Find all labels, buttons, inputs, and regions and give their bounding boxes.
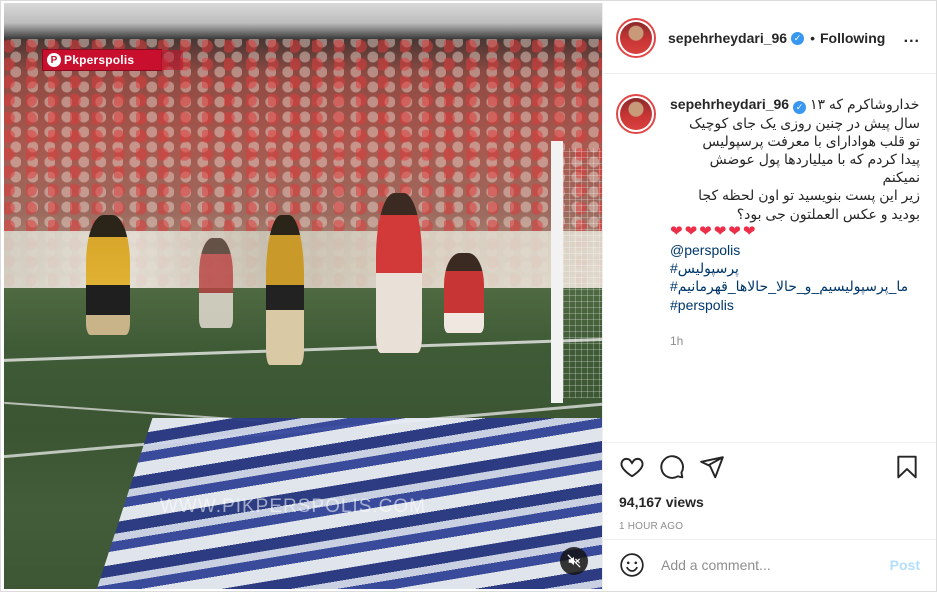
speaker-muted-icon: [567, 554, 581, 568]
header-separator: •: [810, 30, 815, 46]
save-button[interactable]: [894, 454, 920, 480]
caption-row: sepehrheydari_96 ✓ خداروشاکرم که ۱۳ سال پ…: [616, 94, 920, 350]
comment-button[interactable]: [659, 454, 685, 480]
caption-line: بودید و عکس العملتون جی بود؟: [736, 205, 920, 222]
player-yellow: [86, 215, 130, 335]
smiley-face-icon: [620, 553, 644, 577]
goal-post: [551, 141, 563, 403]
caption-username[interactable]: sepehrheydari_96: [670, 96, 789, 112]
player-red: [444, 253, 484, 333]
caption-hashtag[interactable]: #perspolis: [670, 296, 920, 314]
post-side-panel: sepehrheydari_96 ✓ • Following ... sepeh…: [602, 3, 936, 590]
add-comment-bar: Post: [603, 539, 936, 590]
post-timestamp[interactable]: 1 HOUR AGO: [619, 521, 920, 532]
player-red: [199, 238, 233, 328]
player-yellow: [266, 215, 304, 365]
caption-first-line: sepehrheydari_96 ✓ خداروشاکرم که ۱۳: [670, 95, 920, 114]
caption-age: 1h: [670, 333, 684, 348]
channel-logo: P Pkperspolis: [42, 49, 183, 71]
caption-line: تو قلب هوادارای با معرفت پرسپولیس: [702, 132, 920, 149]
avatar-image: [620, 98, 652, 130]
caption-line: خداروشاکرم که ۱۳: [809, 96, 920, 112]
paper-plane-icon: [700, 456, 724, 479]
share-button[interactable]: [699, 454, 725, 480]
caption-line: پیدا کردم که با میلیاردها پول عوضش: [709, 151, 920, 167]
verified-badge-icon: ✓: [791, 31, 805, 45]
caption-mention[interactable]: @perspolis: [670, 241, 920, 259]
logo-mark-icon: P: [47, 53, 61, 67]
caption-line: زیر این پست بنویسید تو اون لحظه کجا: [698, 187, 920, 204]
more-options-icon[interactable]: ...: [904, 29, 920, 47]
player-red: [376, 193, 422, 353]
post-video[interactable]: P Pkperspolis WWW.PIKPERSPOLIS.COM: [4, 3, 602, 589]
caption-line: نمیکنم: [882, 169, 921, 186]
goal-net: [563, 148, 602, 398]
verified-badge-icon: ✓: [793, 100, 807, 114]
post-comment-button[interactable]: Post: [890, 557, 920, 573]
caption-body: sepehrheydari_96 ✓ خداروشاکرم که ۱۳ سال پ…: [670, 95, 920, 350]
post-dialog: P Pkperspolis WWW.PIKPERSPOLIS.COM sepeh…: [0, 0, 937, 592]
caption-avatar[interactable]: [616, 94, 656, 134]
emoji-button[interactable]: [619, 552, 645, 578]
logo-text: Pkperspolis: [64, 53, 135, 67]
speech-bubble-icon: [660, 455, 684, 479]
avatar-image: [620, 22, 652, 54]
view-count[interactable]: 94,167 views: [619, 494, 920, 510]
avatar[interactable]: [616, 18, 656, 58]
bookmark-icon: [897, 455, 917, 479]
mute-button[interactable]: [560, 547, 588, 575]
action-icons: [619, 453, 920, 481]
post-header: sepehrheydari_96 ✓ • Following ...: [603, 3, 936, 74]
like-button[interactable]: [619, 454, 645, 480]
caption-hashtag[interactable]: #ما_پرسپولیسیم_و_حالا_حالاها_قهرمانیم: [670, 277, 920, 295]
post-actions: 94,167 views 1 HOUR AGO: [603, 442, 936, 538]
caption-line: سال پیش در چنین روزی یک جای کوچیک: [689, 114, 920, 131]
comments-section: sepehrheydari_96 ✓ خداروشاکرم که ۱۳ سال پ…: [603, 75, 936, 441]
caption-hearts: ❤❤❤❤❤❤: [670, 222, 758, 240]
comment-input[interactable]: [661, 557, 890, 573]
stadium-roof: [4, 3, 602, 39]
header-username[interactable]: sepehrheydari_96: [668, 30, 787, 46]
logo-tail: [161, 50, 183, 70]
video-watermark: WWW.PIKPERSPOLIS.COM: [160, 496, 426, 517]
following-button[interactable]: Following: [820, 30, 885, 46]
caption-hashtag[interactable]: #پرسپولیس: [670, 259, 920, 277]
heart-outline-icon: [620, 457, 644, 478]
